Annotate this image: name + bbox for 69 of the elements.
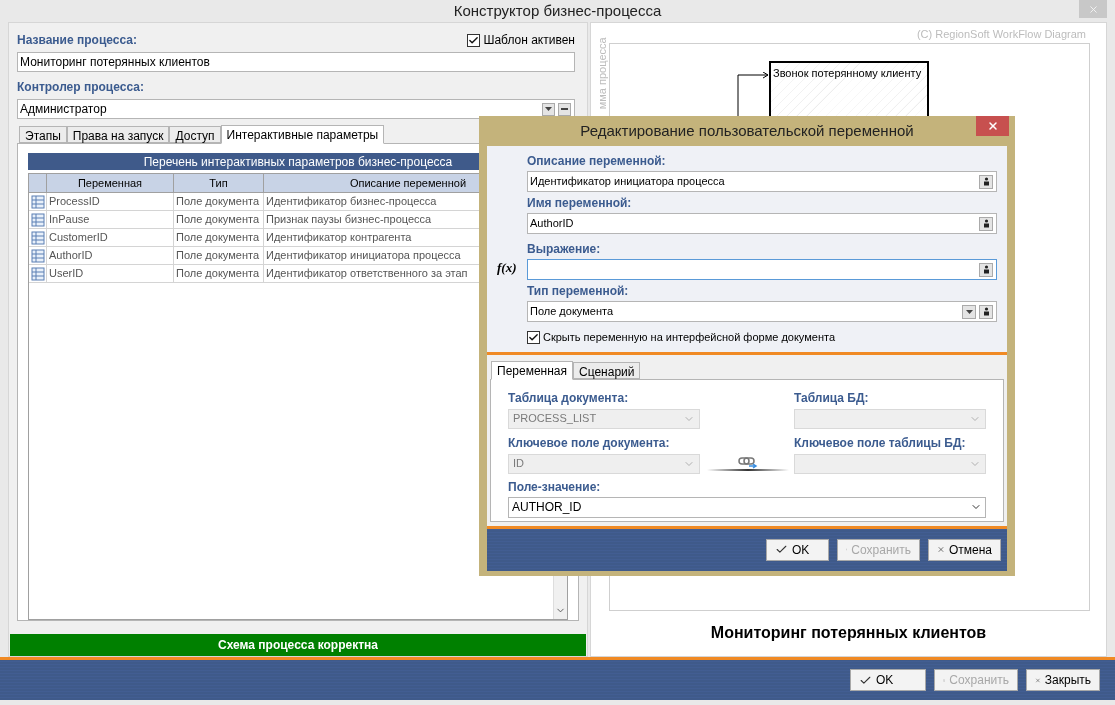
field-label: Таблица БД: — [794, 389, 870, 407]
person-icon — [982, 177, 990, 186]
input-field[interactable]: Мониторинг потерянных клиентов — [17, 52, 575, 72]
window-title: Конструктор бизнес-процесса — [453, 0, 662, 21]
field-label: Название процесса: — [17, 32, 137, 49]
check-icon — [775, 543, 788, 556]
status-bar: Схема процесса корректна — [10, 634, 586, 656]
check-icon — [468, 34, 480, 46]
tab[interactable]: Интерактивные параметры — [220, 125, 385, 144]
watermark-text: (C) RegionSoft WorkFlow Diagram — [916, 27, 1087, 42]
checkbox[interactable] — [467, 33, 481, 47]
link-icon — [738, 456, 758, 469]
tab[interactable]: Переменная — [491, 360, 573, 380]
check-icon — [528, 331, 539, 343]
dropdown-field[interactable]: Администратор — [17, 99, 575, 119]
lookup-button[interactable] — [979, 216, 993, 231]
dropdown-arrow-icon — [965, 309, 973, 314]
table-cell: UserID — [47, 265, 174, 282]
table-cell: Поле документа — [174, 229, 264, 246]
column-header: Тип — [174, 174, 264, 192]
close-button[interactable]: Закрыть — [1026, 669, 1100, 691]
person-icon — [982, 265, 990, 274]
checkbox[interactable] — [527, 330, 540, 344]
table-icon — [30, 212, 45, 227]
cancel-button[interactable]: Отмена — [928, 538, 1001, 561]
close-icon — [1087, 3, 1099, 15]
field-label: Тип переменной: — [527, 283, 630, 300]
table-cell: Поле документа — [174, 211, 264, 228]
field-label: Ключевое поле документа: — [508, 434, 671, 452]
lookup-button[interactable] — [979, 262, 993, 277]
person-icon — [982, 219, 990, 228]
tab[interactable]: Права на запуск — [66, 126, 170, 143]
dropdown-button[interactable] — [542, 102, 555, 116]
table-icon — [30, 194, 45, 209]
column-header: Переменная — [47, 174, 174, 192]
clear-button[interactable] — [558, 102, 571, 116]
table-cell: Поле документа — [174, 193, 264, 210]
tab[interactable]: Сценарий — [573, 361, 641, 379]
lookup-button[interactable] — [979, 174, 993, 189]
minus-icon — [561, 108, 568, 110]
table-cell: ProcessID — [47, 193, 174, 210]
close-button[interactable] — [976, 116, 1009, 136]
lookup-button[interactable] — [979, 304, 993, 319]
table-cell: AuthorID — [47, 247, 174, 264]
tab[interactable]: Доступ — [169, 126, 221, 143]
close-icon — [986, 120, 999, 132]
dropdown-field[interactable]: AUTHOR_ID — [508, 496, 986, 518]
field-label: Таблица документа: — [508, 389, 630, 407]
table-cell: CustomerID — [47, 229, 174, 246]
input-field[interactable] — [527, 259, 997, 280]
dropdown-button[interactable] — [962, 304, 976, 319]
table-cell: Поле документа — [174, 247, 264, 264]
tab[interactable]: Этапы — [19, 126, 67, 143]
person-icon — [982, 307, 990, 316]
table-cell: InPause — [47, 211, 174, 228]
dropdown-field[interactable]: Поле документа — [527, 301, 997, 322]
checkbox-label: Шаблон активен — [483, 32, 575, 49]
field-label: Контролер процесса: — [17, 79, 145, 96]
ok-button[interactable]: OK — [850, 669, 926, 691]
field-label: Поле-значение: — [508, 478, 602, 496]
ok-button[interactable]: OK — [766, 538, 829, 561]
table-cell: Поле документа — [174, 265, 264, 282]
diagram-caption: Мониторинг потерянных клиентов — [710, 622, 987, 643]
input-field[interactable]: AuthorID — [527, 213, 997, 234]
input-field[interactable]: Идентификатор инициатора процесса — [527, 171, 997, 192]
table-icon — [30, 248, 45, 263]
table-icon — [30, 230, 45, 245]
table-icon — [30, 266, 45, 281]
dropdown-arrow-icon — [545, 107, 552, 111]
